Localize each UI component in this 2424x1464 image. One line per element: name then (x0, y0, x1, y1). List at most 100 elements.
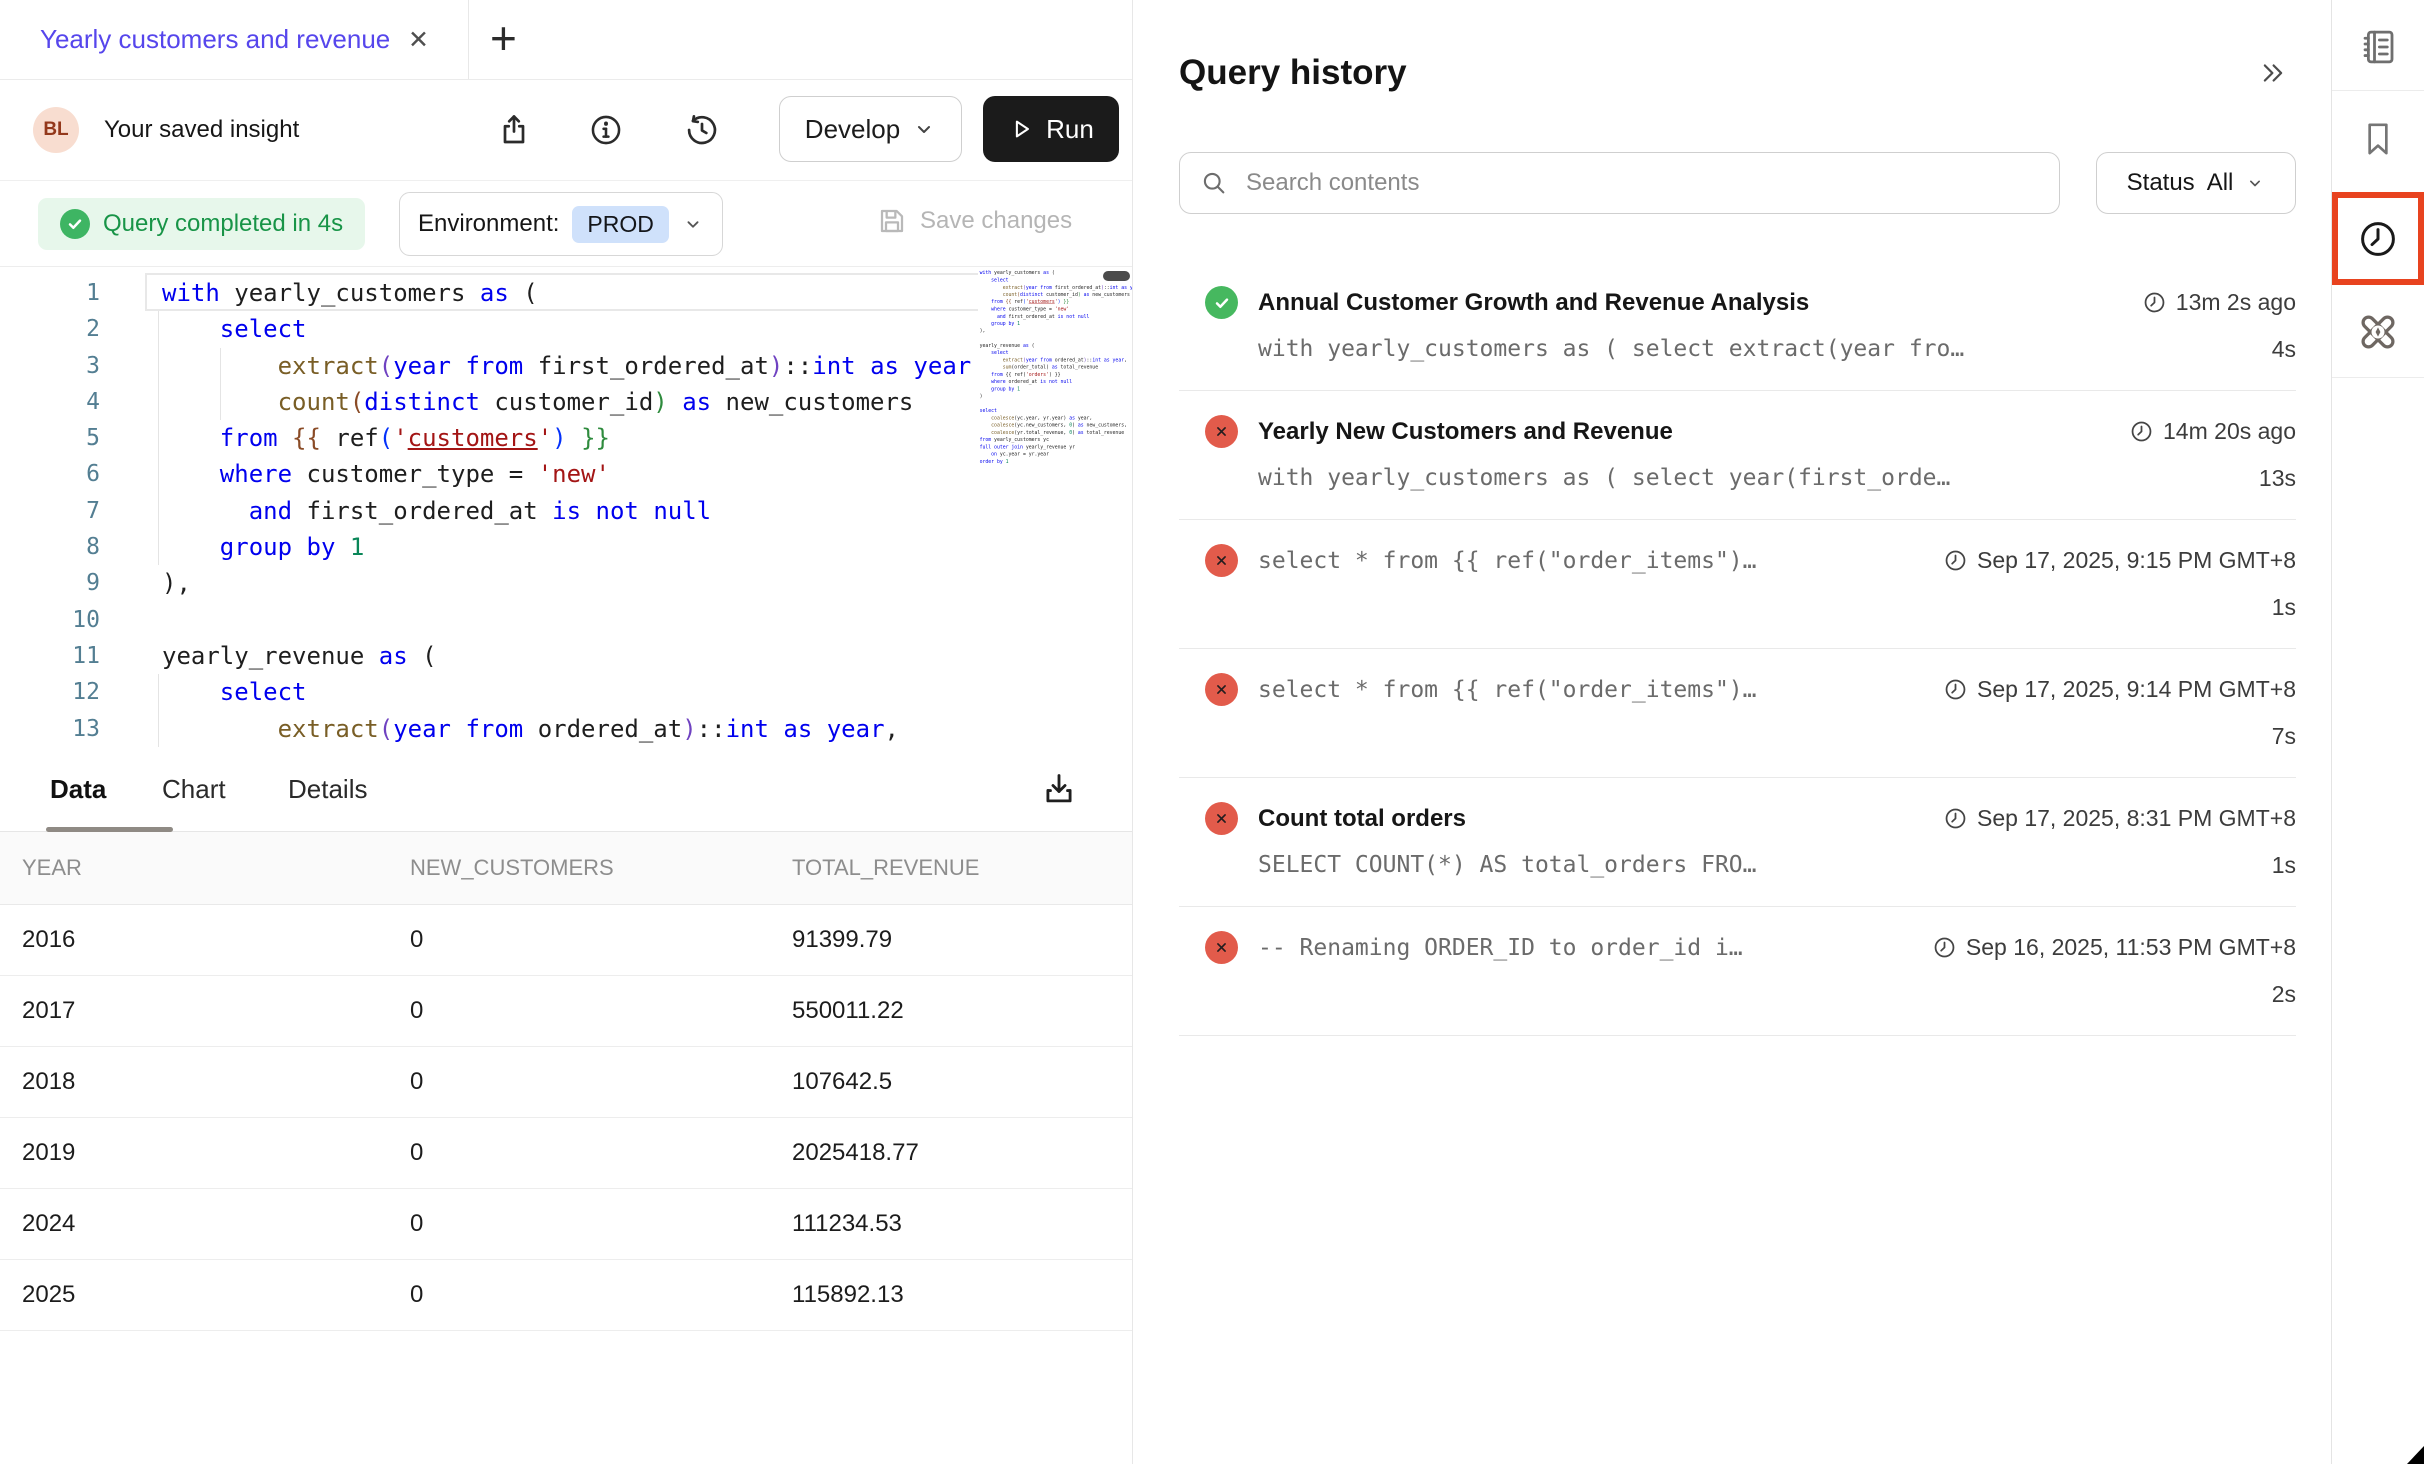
environment-value: PROD (572, 206, 668, 243)
column-new-customers: NEW_CUSTOMERS (410, 855, 792, 881)
history-item-duration: 1s (2272, 852, 2296, 879)
scrollbar-thumb[interactable] (1103, 271, 1130, 281)
history-item-duration: 7s (2272, 723, 2296, 750)
new-tab-button[interactable]: + (490, 0, 517, 76)
history-item[interactable]: Yearly New Customers and Revenue 14m 20s… (1179, 391, 2296, 520)
search-input[interactable] (1244, 168, 2039, 198)
tab-close-icon[interactable]: ✕ (408, 0, 429, 79)
app-window: Yearly customers and revenue ✕ + BL Your… (0, 0, 2424, 1464)
history-item-timestamp: Sep 17, 2025, 9:14 PM GMT+8 (1943, 676, 2296, 703)
info-icon[interactable] (588, 112, 624, 148)
history-item-title: select * from {{ ref("order_items")… (1258, 548, 1923, 574)
history-item-timestamp: 14m 20s ago (2129, 418, 2296, 445)
status-icon (1205, 802, 1238, 835)
tab-data[interactable]: Data (50, 748, 106, 831)
x-icon (1212, 938, 1231, 957)
history-item-query-preview: SELECT COUNT(*) AS total_orders FRO… (1258, 852, 2252, 878)
history-item[interactable]: Count total orders Sep 17, 2025, 8:31 PM… (1179, 778, 2296, 907)
right-sidebar (2331, 0, 2424, 1464)
history-item-duration: 13s (2259, 465, 2296, 492)
play-icon (1008, 116, 1034, 142)
status-icon (1205, 415, 1238, 448)
history-item-query-preview: with yearly_customers as ( select extrac… (1258, 336, 2252, 362)
history-icon-highlight (2332, 192, 2424, 285)
line-numbers: 12345678910111213 (0, 275, 100, 747)
tab-yearly-customers[interactable]: Yearly customers and revenue (40, 0, 390, 79)
table-row: 201902025418.77 (0, 1118, 1132, 1189)
table-row: 20180107642.5 (0, 1047, 1132, 1118)
version-history-icon[interactable] (684, 112, 720, 148)
history-clock-icon[interactable] (2357, 218, 2399, 260)
tab-bar: Yearly customers and revenue ✕ + (0, 0, 1132, 80)
history-item-title: Count total orders (1258, 805, 1923, 833)
sql-editor[interactable]: 12345678910111213 with yearly_customers … (0, 267, 1132, 748)
history-item-title: Yearly New Customers and Revenue (1258, 418, 2109, 446)
status-filter-value: All (2207, 169, 2234, 197)
history-item-query-preview: with yearly_customers as ( select year(f… (1258, 465, 2239, 491)
history-item-timestamp: Sep 17, 2025, 9:15 PM GMT+8 (1943, 547, 2296, 574)
share-icon[interactable] (496, 112, 532, 148)
success-check-icon (60, 209, 90, 239)
tab-details[interactable]: Details (288, 748, 367, 831)
x-icon (1212, 422, 1231, 441)
indent-guide (158, 311, 159, 565)
tab-chart[interactable]: Chart (162, 748, 226, 831)
notebook-icon[interactable] (2332, 26, 2424, 68)
clock-icon (1943, 806, 1968, 831)
search-icon (1200, 169, 1228, 197)
results-tab-bar: Data Chart Details (0, 748, 1132, 832)
history-item-timestamp: Sep 16, 2025, 11:53 PM GMT+8 (1932, 934, 2296, 961)
minimap[interactable]: with yearly_customers as ( select extrac… (978, 267, 1132, 747)
status-bar: Query completed in 4s Environment: PROD … (0, 181, 1132, 267)
editor-panel: Yearly customers and revenue ✕ + BL Your… (0, 0, 1133, 1464)
table-row: 20240111234.53 (0, 1189, 1132, 1260)
clock-icon (2142, 290, 2167, 315)
chevron-down-icon (2245, 173, 2265, 193)
develop-label: Develop (805, 114, 900, 145)
x-icon (1212, 809, 1231, 828)
history-item[interactable]: select * from {{ ref("order_items")… Sep… (1179, 520, 2296, 649)
clock-icon (1943, 677, 1968, 702)
clock-icon (1932, 935, 1957, 960)
status-icon (1205, 286, 1238, 319)
table-header: YEAR NEW_CUSTOMERS TOTAL_REVENUE (0, 832, 1132, 905)
develop-button[interactable]: Develop (779, 96, 962, 162)
history-item-duration: 2s (2272, 981, 2296, 1008)
history-list: Annual Customer Growth and Revenue Analy… (1179, 262, 2296, 1036)
query-status-text: Query completed in 4s (103, 210, 343, 238)
x-icon (1212, 551, 1231, 570)
history-item-duration: 4s (2272, 336, 2296, 363)
x-icon (1212, 680, 1231, 699)
table-row: 20250115892.13 (0, 1260, 1132, 1331)
collapse-panel-icon[interactable] (2258, 58, 2288, 88)
explore-lineage-icon[interactable] (2332, 309, 2424, 355)
table-body: 2016091399.7920170550011.2220180107642.5… (0, 905, 1132, 1331)
status-filter-label: Status (2127, 169, 2195, 197)
query-history-title: Query history (1179, 52, 2296, 94)
clock-icon (2129, 419, 2154, 444)
status-icon (1205, 931, 1238, 964)
insight-header: BL Your saved insight Develop (0, 80, 1132, 181)
search-box[interactable] (1179, 152, 2060, 214)
avatar: BL (33, 107, 79, 153)
history-item[interactable]: Annual Customer Growth and Revenue Analy… (1179, 262, 2296, 391)
download-icon[interactable] (1040, 770, 1078, 808)
bookmark-icon[interactable] (2332, 119, 2424, 159)
table-row: 20170550011.22 (0, 976, 1132, 1047)
status-icon (1205, 673, 1238, 706)
history-item-title: Annual Customer Growth and Revenue Analy… (1258, 289, 2122, 317)
history-item[interactable]: -- Renaming ORDER_ID to order_id i… Sep … (1179, 907, 2296, 1036)
environment-selector[interactable]: Environment: PROD (399, 192, 723, 256)
chevron-down-icon (912, 117, 936, 141)
save-changes-button[interactable]: Save changes (876, 205, 1072, 237)
sidebar-divider (2332, 377, 2424, 378)
query-history-panel: Query history Status All Annual Cus (1134, 0, 2330, 1464)
table-row: 2016091399.79 (0, 905, 1132, 976)
history-item-duration: 1s (2272, 594, 2296, 621)
run-label: Run (1046, 114, 1094, 145)
save-icon (876, 205, 908, 237)
status-filter[interactable]: Status All (2096, 152, 2296, 214)
run-button[interactable]: Run (983, 96, 1119, 162)
history-item[interactable]: select * from {{ ref("order_items")… Sep… (1179, 649, 2296, 778)
history-controls: Status All (1179, 152, 2296, 214)
